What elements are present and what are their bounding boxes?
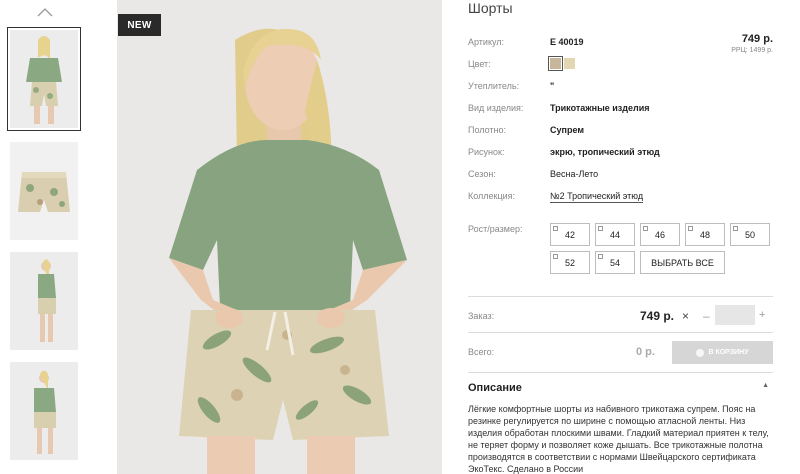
divider	[468, 332, 773, 333]
order-label: Заказ:	[468, 311, 495, 321]
new-badge: NEW	[118, 14, 161, 36]
divider	[468, 296, 773, 297]
size-label: Рост/размер:	[468, 224, 523, 234]
attr-label: Коллекция:	[468, 191, 516, 201]
chevron-up-icon[interactable]: ▲	[762, 382, 769, 389]
total-label: Всего:	[468, 347, 495, 357]
size-checkbox	[553, 254, 558, 259]
size-checkbox	[598, 254, 603, 259]
size-option-50[interactable]: 50	[730, 223, 770, 246]
size-checkbox	[643, 226, 648, 231]
thumbnail-3[interactable]	[10, 252, 78, 350]
size-checkbox	[553, 226, 558, 231]
size-value: 48	[699, 229, 710, 240]
quantity-input[interactable]	[715, 305, 755, 325]
main-product-photo[interactable]	[117, 0, 442, 474]
size-value: 50	[744, 229, 755, 240]
attr-row-article: Артикул: E 40019	[468, 37, 773, 47]
description-text: Лёгкие комфортные шорты из набивного три…	[468, 404, 769, 474]
size-checkbox	[688, 226, 693, 231]
order-price: 749 р.	[640, 309, 675, 323]
close-icon: ×	[682, 309, 690, 323]
size-checkbox	[733, 226, 738, 231]
color-swatch-1[interactable]	[548, 56, 563, 71]
size-option-54[interactable]: 54	[595, 251, 635, 274]
add-to-cart-button[interactable]: В КОРЗИНУ	[672, 341, 773, 364]
size-value: 44	[609, 229, 620, 240]
total-value: 0 р.	[636, 346, 655, 358]
cart-icon	[696, 348, 705, 357]
attr-value: экрю, тропический этюд	[550, 147, 660, 157]
thumbnail-gallery	[0, 0, 95, 474]
select-all-sizes-button[interactable]: ВЫБРАТЬ ВСЕ	[640, 251, 725, 274]
attr-label: Полотно:	[468, 125, 507, 135]
attr-label: Цвет:	[468, 59, 491, 69]
size-value: 52	[564, 257, 575, 268]
attr-value: Трикотажные изделия	[550, 103, 650, 113]
size-option-42[interactable]: 42	[550, 223, 590, 246]
attr-label: Рисунок:	[468, 147, 505, 157]
recommended-price: PPЦ: 1499 р.	[731, 47, 773, 54]
attr-label: Утеплитель:	[468, 81, 520, 91]
thumbnail-4[interactable]	[10, 362, 78, 460]
quantity-increase-button[interactable]: +	[759, 309, 765, 321]
color-swatch-2[interactable]	[564, 58, 575, 69]
product-info-panel: Шорты 749 р. PPЦ: 1499 р. Артикул: E 400…	[468, 0, 773, 474]
attr-row-color: Цвет:	[468, 59, 773, 69]
size-value: 46	[654, 229, 665, 240]
attr-row-season: Сезон: Весна-Лето	[468, 169, 773, 179]
collection-link[interactable]: №2 Тропический этюд	[550, 191, 644, 203]
attr-value: E 40019	[550, 37, 584, 47]
size-value: 54	[609, 257, 620, 268]
thumbnail-2[interactable]	[10, 142, 78, 240]
description-title: Описание	[468, 382, 522, 394]
chevron-up-icon[interactable]	[36, 6, 54, 18]
size-option-48[interactable]: 48	[685, 223, 725, 246]
size-option-44[interactable]: 44	[595, 223, 635, 246]
attr-row-fabric: Полотно: Супрем	[468, 125, 773, 135]
quantity-decrease-button[interactable]: –	[703, 309, 710, 323]
add-to-cart-label: В КОРЗИНУ	[708, 349, 749, 356]
attr-value: Супрем	[550, 125, 584, 135]
attr-value: Весна-Лето	[550, 169, 599, 179]
attr-row-type: Вид изделия: Трикотажные изделия	[468, 103, 773, 113]
attr-label: Вид изделия:	[468, 103, 524, 113]
size-option-52[interactable]: 52	[550, 251, 590, 274]
attr-value: "	[550, 81, 555, 91]
size-checkbox	[598, 226, 603, 231]
attr-label: Артикул:	[468, 37, 505, 47]
attr-label: Сезон:	[468, 169, 496, 179]
attr-row-pattern: Рисунок: экрю, тропический этюд	[468, 147, 773, 157]
product-title: Шорты	[468, 0, 513, 16]
divider	[468, 372, 773, 373]
thumbnail-1[interactable]	[7, 27, 81, 131]
attr-row-collection: Коллекция: №2 Тропический этюд	[468, 191, 773, 203]
attr-row-insulation: Утеплитель: "	[468, 81, 773, 91]
size-option-46[interactable]: 46	[640, 223, 680, 246]
size-value: 42	[564, 229, 575, 240]
